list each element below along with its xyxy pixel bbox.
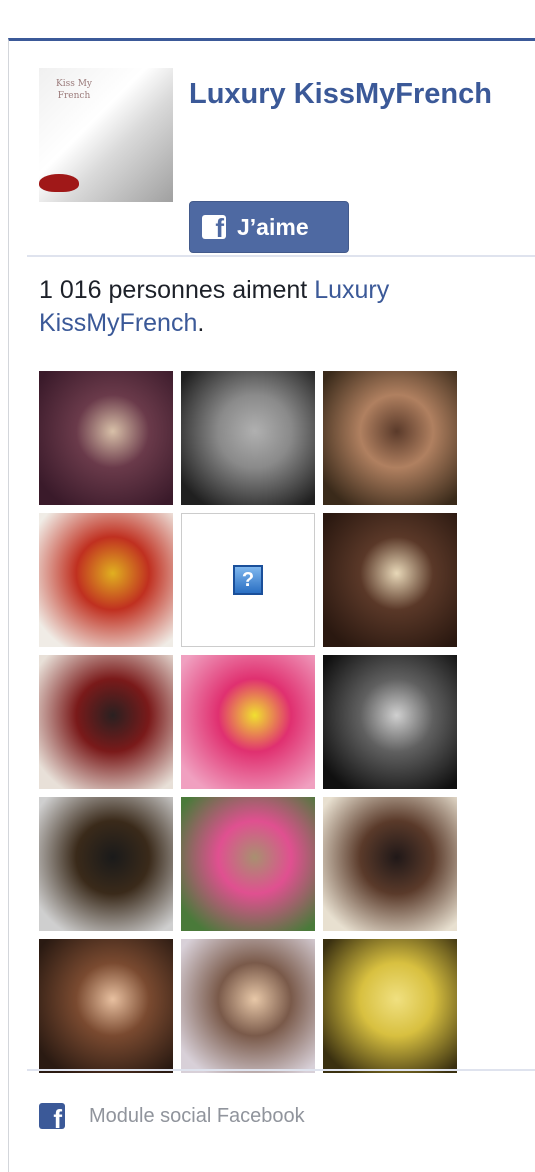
like-button-label: J’aime [237, 213, 309, 240]
fan-avatar[interactable] [323, 513, 457, 647]
fan-avatar[interactable] [181, 939, 315, 1073]
page-name-link[interactable]: Luxury KissMyFrench [189, 76, 509, 112]
facebook-page-plugin: Kiss My French Luxury KissMyFrench f J’a… [8, 38, 535, 1172]
likes-count-prefix: 1 016 personnes aiment [39, 276, 315, 304]
fan-avatar[interactable] [39, 939, 173, 1073]
fan-avatar[interactable] [323, 939, 457, 1073]
fan-avatar[interactable] [181, 797, 315, 931]
divider [27, 1069, 535, 1071]
page-header: Kiss My French Luxury KissMyFrench f J’a… [39, 68, 519, 253]
fan-avatar[interactable] [181, 655, 315, 789]
fan-avatar[interactable] [181, 371, 315, 505]
lips-decoration [39, 174, 79, 192]
footer-label: Module social Facebook [89, 1104, 305, 1127]
fan-avatar[interactable] [39, 655, 173, 789]
divider [27, 255, 535, 257]
likes-count-suffix: . [197, 309, 205, 337]
missing-image-icon: ? [233, 565, 263, 595]
likes-count-text: 1 016 personnes aiment Luxury KissMyFren… [39, 274, 509, 340]
fan-avatar[interactable] [323, 655, 457, 789]
fan-avatar[interactable] [323, 371, 457, 505]
like-button[interactable]: f J’aime [189, 201, 349, 253]
fan-avatar[interactable]: ? [181, 513, 315, 647]
facebook-f-icon: f [202, 215, 226, 241]
page-profile-picture[interactable]: Kiss My French [39, 68, 173, 202]
fan-avatar[interactable] [39, 513, 173, 647]
footer[interactable]: f Module social Facebook [39, 1101, 305, 1131]
fan-avatar[interactable] [39, 797, 173, 931]
fan-avatar[interactable] [39, 371, 173, 505]
fan-faces-grid: ? [39, 371, 459, 1073]
profile-picture-logo-text: Kiss My French [56, 79, 92, 101]
facebook-icon: f [39, 1103, 65, 1129]
fan-avatar[interactable] [323, 797, 457, 931]
